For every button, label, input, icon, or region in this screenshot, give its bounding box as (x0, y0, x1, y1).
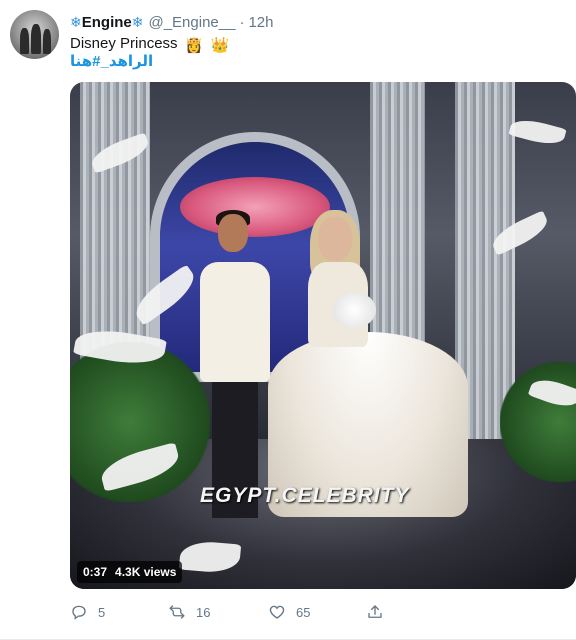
video-info-badge: 0:37 4.3K views (77, 561, 183, 583)
reply-button[interactable]: 5 (70, 603, 105, 621)
snowflake-icon: ❄ (131, 13, 144, 30)
tweet-actions: 5 16 65 (70, 603, 400, 625)
retweet-button[interactable]: 16 (168, 603, 210, 621)
reply-icon (72, 605, 86, 620)
dove-decoration (508, 115, 567, 149)
video-watermark: EGYPT.CELEBRITY (200, 484, 410, 507)
retweet-icon (169, 605, 185, 619)
backdrop-moon (180, 177, 330, 237)
retweet-count: 16 (196, 604, 211, 620)
bride (318, 217, 352, 261)
groom (218, 214, 248, 252)
video-duration: 0:37 (83, 565, 108, 579)
groom (200, 262, 270, 382)
like-icon (269, 605, 285, 619)
timestamp[interactable]: 12h (248, 14, 273, 31)
video-player[interactable]: EGYPT.CELEBRITY 0:37 4.3K views (70, 82, 576, 589)
like-count: 65 (296, 604, 311, 620)
tweet[interactable]: ❄ Engine ❄ @_Engine__ · 12h Disney Princ… (0, 0, 576, 640)
avatar[interactable] (10, 10, 59, 59)
like-button[interactable]: 65 (268, 603, 310, 621)
hashtag-link[interactable]: الراهد_#هنا (70, 52, 153, 70)
avatar-figure (43, 29, 51, 54)
crown-emoji: 👑 (210, 37, 230, 54)
separator: · (239, 13, 245, 31)
video-views: 4.3K views (115, 565, 177, 579)
princess-emoji: 👸 (184, 37, 204, 54)
user-handle[interactable]: @_Engine__ (148, 14, 235, 31)
avatar-figure (20, 28, 29, 54)
snowflake-icon: ❄ (70, 13, 82, 30)
share-icon (368, 605, 382, 618)
bouquet (332, 292, 376, 328)
reply-count: 5 (98, 604, 106, 620)
tweet-text-content: Disney Princess (70, 35, 178, 52)
tweet-header: ❄ Engine ❄ @_Engine__ · 12h (70, 12, 273, 32)
display-name[interactable]: Engine (82, 14, 132, 31)
share-button[interactable] (366, 603, 384, 621)
avatar-figure (31, 24, 41, 54)
